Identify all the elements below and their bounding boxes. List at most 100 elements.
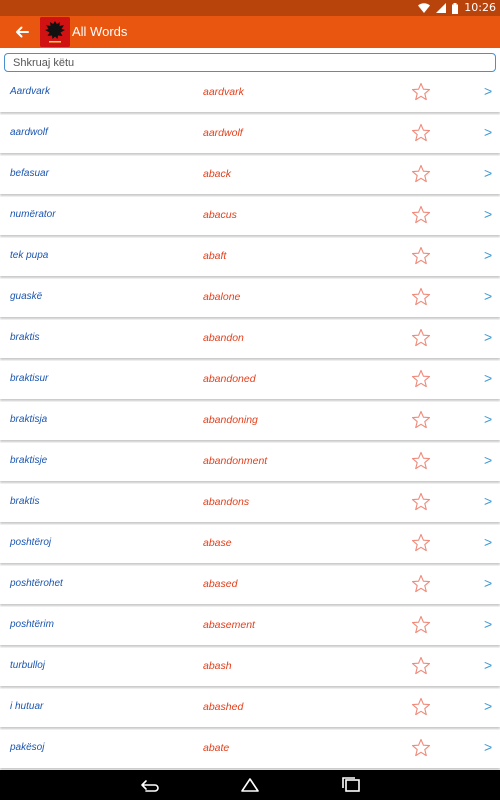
english-word: abasement bbox=[203, 619, 255, 631]
english-word: abashed bbox=[203, 701, 244, 713]
star-outline-icon[interactable] bbox=[411, 697, 431, 717]
albanian-word: numërator bbox=[10, 209, 56, 220]
albanian-word: braktisja bbox=[10, 414, 48, 425]
english-word: abandonment bbox=[203, 455, 268, 467]
english-word: abash bbox=[203, 660, 232, 672]
word-row[interactable]: Aardvark aardvark > bbox=[0, 74, 500, 112]
english-word: abate bbox=[203, 742, 230, 754]
chevron-right-icon[interactable]: > bbox=[484, 493, 492, 509]
app-logo bbox=[40, 17, 70, 47]
chevron-right-icon[interactable]: > bbox=[484, 616, 492, 632]
english-word: aback bbox=[203, 168, 232, 180]
word-row[interactable]: braktis abandon > bbox=[0, 320, 500, 358]
chevron-right-icon[interactable]: > bbox=[484, 288, 492, 304]
albanian-word: guaskë bbox=[10, 291, 43, 302]
star-outline-icon[interactable] bbox=[411, 287, 431, 307]
app-bar: All Words bbox=[0, 16, 500, 48]
star-outline-icon[interactable] bbox=[411, 164, 431, 184]
signal-icon bbox=[436, 3, 447, 13]
english-word: aardvark bbox=[203, 86, 244, 98]
chevron-right-icon[interactable]: > bbox=[484, 739, 492, 755]
english-word: abandoning bbox=[203, 414, 258, 426]
chevron-right-icon[interactable]: > bbox=[484, 124, 492, 140]
english-word: abaft bbox=[203, 250, 227, 262]
chevron-right-icon[interactable]: > bbox=[484, 575, 492, 591]
word-row[interactable]: braktis abandons > bbox=[0, 484, 500, 522]
wifi-icon bbox=[418, 3, 431, 13]
star-outline-icon[interactable] bbox=[411, 328, 431, 348]
english-word: abandons bbox=[203, 496, 250, 508]
battery-icon bbox=[452, 2, 459, 14]
albanian-word: tek pupa bbox=[10, 250, 49, 261]
word-row[interactable]: i hutuar abashed > bbox=[0, 689, 500, 727]
star-outline-icon[interactable] bbox=[411, 533, 431, 553]
word-row[interactable]: braktisur abandoned > bbox=[0, 361, 500, 399]
albanian-word: poshtërim bbox=[10, 619, 54, 630]
chevron-right-icon[interactable]: > bbox=[484, 83, 492, 99]
word-row[interactable]: poshtërohet abased > bbox=[0, 566, 500, 604]
albanian-word: poshtëroj bbox=[10, 537, 52, 548]
navigation-bar bbox=[0, 770, 500, 800]
english-word: abalone bbox=[203, 291, 241, 303]
status-bar: 10:26 bbox=[0, 0, 500, 16]
arrow-left-icon[interactable] bbox=[12, 22, 32, 42]
chevron-right-icon[interactable]: > bbox=[484, 698, 492, 714]
word-row[interactable]: braktisja abandoning > bbox=[0, 402, 500, 440]
word-row[interactable]: befasuar aback > bbox=[0, 156, 500, 194]
albanian-word: pakësoj bbox=[10, 742, 45, 753]
star-outline-icon[interactable] bbox=[411, 205, 431, 225]
word-row[interactable]: braktisje abandonment > bbox=[0, 443, 500, 481]
albanian-word: braktis bbox=[10, 496, 40, 507]
english-word: abased bbox=[203, 578, 238, 590]
chevron-right-icon[interactable]: > bbox=[484, 411, 492, 427]
chevron-right-icon[interactable]: > bbox=[484, 247, 492, 263]
english-word: aardwolf bbox=[203, 127, 243, 139]
star-outline-icon[interactable] bbox=[411, 410, 431, 430]
star-outline-icon[interactable] bbox=[411, 738, 431, 758]
chevron-right-icon[interactable]: > bbox=[484, 329, 492, 345]
albanian-word: aardwolf bbox=[10, 127, 48, 138]
back-nav-icon[interactable] bbox=[138, 776, 160, 794]
star-outline-icon[interactable] bbox=[411, 123, 431, 143]
page-title: All Words bbox=[72, 24, 128, 39]
albanian-word: Aardvark bbox=[10, 86, 51, 97]
albanian-word: poshtërohet bbox=[10, 578, 63, 589]
star-outline-icon[interactable] bbox=[411, 246, 431, 266]
star-outline-icon[interactable] bbox=[411, 492, 431, 512]
albanian-word: braktisje bbox=[10, 455, 48, 466]
word-row[interactable]: tek pupa abaft > bbox=[0, 238, 500, 276]
recents-nav-icon[interactable] bbox=[340, 776, 362, 794]
star-outline-icon[interactable] bbox=[411, 615, 431, 635]
chevron-right-icon[interactable]: > bbox=[484, 534, 492, 550]
status-time: 10:26 bbox=[464, 1, 496, 14]
star-outline-icon[interactable] bbox=[411, 451, 431, 471]
chevron-right-icon[interactable]: > bbox=[484, 657, 492, 673]
word-row[interactable]: turbulloj abash > bbox=[0, 648, 500, 686]
chevron-right-icon[interactable]: > bbox=[484, 452, 492, 468]
status-icons: 10:26 bbox=[418, 1, 496, 15]
star-outline-icon[interactable] bbox=[411, 369, 431, 389]
chevron-right-icon[interactable]: > bbox=[484, 370, 492, 386]
chevron-right-icon[interactable]: > bbox=[484, 206, 492, 222]
word-row[interactable]: poshtërim abasement > bbox=[0, 607, 500, 645]
word-list: Aardvark aardvark > aardwolf aardwolf > befasu… bbox=[0, 74, 500, 770]
word-row[interactable]: poshtëroj abase > bbox=[0, 525, 500, 563]
word-row[interactable]: pakësoj abate > bbox=[0, 730, 500, 768]
star-outline-icon[interactable] bbox=[411, 82, 431, 102]
chevron-right-icon[interactable]: > bbox=[484, 165, 492, 181]
english-word: abacus bbox=[203, 209, 237, 221]
albanian-word: befasuar bbox=[10, 168, 49, 179]
star-outline-icon[interactable] bbox=[411, 574, 431, 594]
albanian-word: turbulloj bbox=[10, 660, 46, 671]
english-word: abandon bbox=[203, 332, 244, 344]
search-input[interactable] bbox=[4, 53, 496, 72]
albanian-word: braktis bbox=[10, 332, 40, 343]
word-row[interactable]: aardwolf aardwolf > bbox=[0, 115, 500, 153]
word-row[interactable]: numërator abacus > bbox=[0, 197, 500, 235]
word-row[interactable]: guaskë abalone > bbox=[0, 279, 500, 317]
albanian-word: braktisur bbox=[10, 373, 49, 384]
english-word: abase bbox=[203, 537, 232, 549]
star-outline-icon[interactable] bbox=[411, 656, 431, 676]
english-word: abandoned bbox=[203, 373, 256, 385]
home-nav-icon[interactable] bbox=[239, 776, 261, 794]
